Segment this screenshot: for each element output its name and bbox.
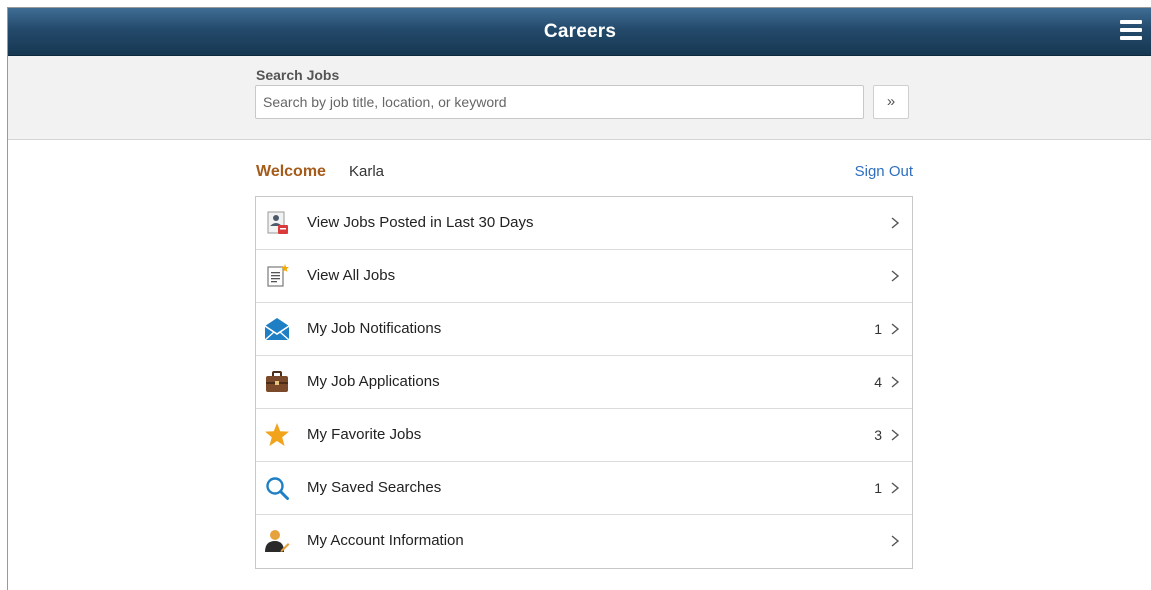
menu-item-label: My Account Information xyxy=(307,532,464,549)
search-input[interactable] xyxy=(255,85,864,119)
menu-item-count: 1 xyxy=(874,480,882,496)
app-header: Careers xyxy=(8,8,1151,56)
menu-item-count: 1 xyxy=(874,321,882,337)
chevron-right-icon xyxy=(891,217,900,229)
recent-jobs-icon xyxy=(267,211,288,234)
account-person-icon xyxy=(265,530,290,552)
menu-item-label: My Job Notifications xyxy=(307,320,442,337)
menu-item-saved-searches[interactable]: My Saved Searches 1 xyxy=(256,462,912,515)
chevron-right-icon xyxy=(891,482,900,494)
menu-item-label: View Jobs Posted in Last 30 Days xyxy=(307,214,534,231)
careers-menu: View Jobs Posted in Last 30 Days View Al… xyxy=(255,196,913,569)
star-icon xyxy=(265,423,289,446)
menu-item-count: 4 xyxy=(874,374,882,390)
welcome-label: Welcome xyxy=(256,163,326,180)
menu-item-recent-jobs[interactable]: View Jobs Posted in Last 30 Days xyxy=(256,197,912,250)
page-frame: Careers Search Jobs » Welcome Karla Sign… xyxy=(7,7,1151,590)
briefcase-icon xyxy=(266,371,288,392)
chevron-right-icon xyxy=(891,429,900,441)
menu-item-job-applications[interactable]: My Job Applications 4 xyxy=(256,356,912,409)
page-title: Careers xyxy=(543,21,617,42)
envelope-icon xyxy=(264,318,290,341)
menu-item-all-jobs[interactable]: View All Jobs xyxy=(256,250,912,303)
magnifier-icon xyxy=(266,477,289,500)
menu-item-account-information[interactable]: My Account Information xyxy=(256,515,912,568)
search-label: Search Jobs xyxy=(256,67,340,83)
hamburger-menu-icon[interactable] xyxy=(1120,20,1142,40)
menu-item-label: My Job Applications xyxy=(307,373,440,390)
user-name: Karla xyxy=(349,163,385,180)
chevron-right-icon xyxy=(891,270,900,282)
menu-item-label: View All Jobs xyxy=(307,267,396,284)
menu-item-job-notifications[interactable]: My Job Notifications 1 xyxy=(256,303,912,356)
sign-out-link[interactable]: Sign Out xyxy=(855,163,913,180)
menu-item-label: My Saved Searches xyxy=(307,479,442,496)
search-panel: Search Jobs » xyxy=(8,56,1151,140)
menu-item-label: My Favorite Jobs xyxy=(307,426,422,443)
chevron-right-icon xyxy=(891,376,900,388)
chevron-right-icon xyxy=(891,535,900,547)
menu-item-favorite-jobs[interactable]: My Favorite Jobs 3 xyxy=(256,409,912,462)
all-jobs-icon xyxy=(267,264,289,287)
chevron-right-icon xyxy=(891,323,900,335)
search-go-button[interactable]: » xyxy=(873,85,909,119)
menu-item-count: 3 xyxy=(874,427,882,443)
